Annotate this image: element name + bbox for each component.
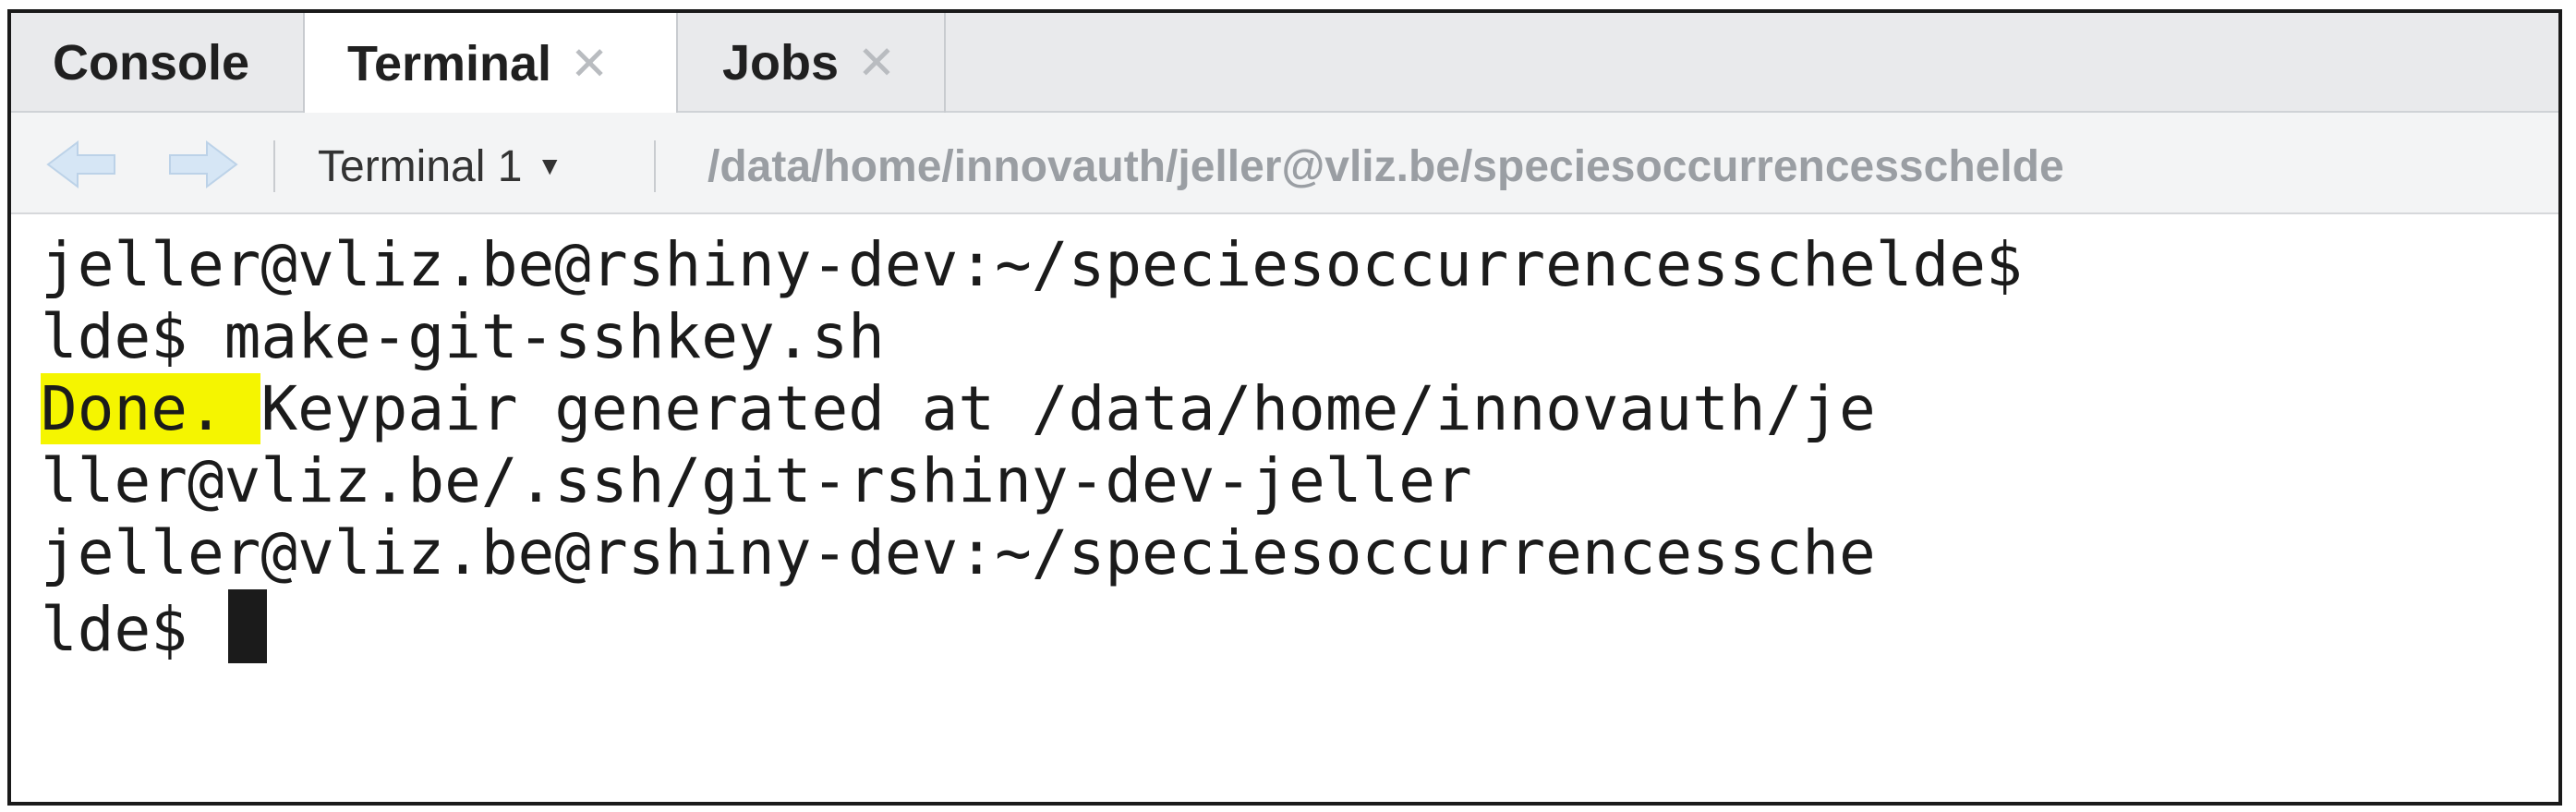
terminal-line-text: Keypair generated at /data/home/innovaut… — [260, 373, 1876, 444]
terminal-select-label: Terminal 1 — [318, 141, 523, 191]
terminal-toolbar: Terminal 1 ▼ /data/home/innovauth/jeller… — [11, 113, 2558, 214]
tab-console-label: Console — [53, 35, 250, 91]
tab-jobs[interactable]: Jobs ✕ — [678, 13, 946, 113]
terminal-line: lde$ make-git-sshkey.sh — [41, 301, 885, 372]
tab-bar: Console Terminal ✕ Jobs ✕ — [11, 13, 2558, 115]
terminal-select-dropdown[interactable]: Terminal 1 ▼ — [318, 139, 562, 194]
arrow-right-icon[interactable] — [166, 139, 240, 190]
terminal-line: ller@vliz.be/.ssh/git-rshiny-dev-jeller — [41, 445, 1472, 516]
terminal-line: jeller@vliz.be@rshiny-dev:~/speciesoccur… — [41, 229, 2023, 300]
working-directory-path: /data/home/innovauth/jeller@vliz.be/spec… — [707, 141, 2064, 191]
tab-terminal[interactable]: Terminal ✕ — [303, 13, 678, 115]
prompt-text: lde$ — [41, 594, 224, 665]
tab-jobs-label: Jobs — [722, 35, 840, 91]
highlight-space — [224, 373, 261, 444]
toolbar-separator — [654, 140, 656, 192]
tab-terminal-label: Terminal — [347, 36, 552, 91]
close-icon[interactable]: ✕ — [570, 37, 609, 91]
toolbar-separator — [273, 140, 275, 192]
tab-console[interactable]: Console — [11, 13, 302, 113]
terminal-pane: Console Terminal ✕ Jobs ✕ Terminal 1 ▼ /… — [7, 9, 2562, 806]
terminal-output[interactable]: jeller@vliz.be@rshiny-dev:~/speciesoccur… — [11, 214, 2558, 802]
highlighted-done-text: Done. — [41, 373, 224, 444]
arrow-left-icon[interactable] — [44, 139, 118, 190]
terminal-prompt-line: lde$ — [41, 589, 2558, 665]
close-icon[interactable]: ✕ — [857, 36, 896, 90]
terminal-line: jeller@vliz.be@rshiny-dev:~/speciesoccur… — [41, 517, 1876, 588]
caret-down-icon: ▼ — [537, 151, 563, 180]
cursor — [227, 589, 267, 663]
terminal-line: Done. Keypair generated at /data/home/in… — [41, 373, 2558, 445]
